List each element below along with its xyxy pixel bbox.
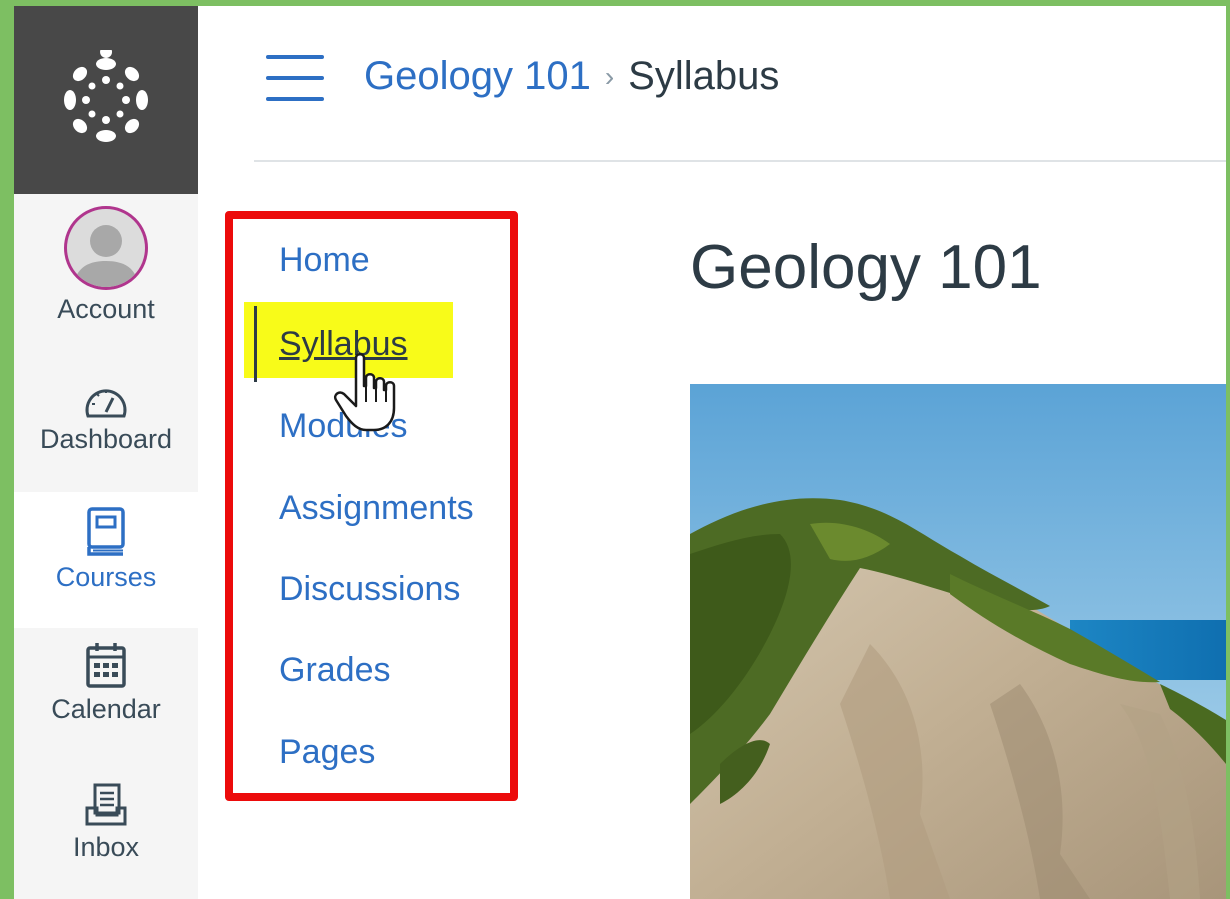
global-nav-calendar[interactable]: Calendar bbox=[14, 642, 198, 752]
cliff-photo bbox=[690, 384, 1226, 899]
breadcrumb-course-link[interactable]: Geology 101 bbox=[364, 54, 591, 99]
global-nav-account[interactable]: Account bbox=[14, 206, 198, 338]
global-nav-label: Calendar bbox=[51, 694, 161, 724]
breadcrumb: Geology 101 › Syllabus bbox=[364, 54, 779, 99]
inbox-icon bbox=[85, 783, 127, 826]
breadcrumb-separator: › bbox=[604, 60, 615, 92]
course-nav-grades[interactable]: Grades bbox=[279, 651, 391, 690]
page-title: Geology 101 bbox=[690, 233, 1042, 302]
hamburger-line bbox=[266, 97, 324, 101]
canvas-logo[interactable] bbox=[14, 6, 198, 194]
dashboard-icon bbox=[85, 389, 127, 418]
course-banner-image bbox=[690, 384, 1226, 899]
course-nav-pages[interactable]: Pages bbox=[279, 733, 375, 772]
course-menu-toggle[interactable] bbox=[266, 55, 324, 101]
course-nav-home[interactable]: Home bbox=[279, 241, 370, 280]
avatar bbox=[64, 206, 148, 290]
page-header: Geology 101 › Syllabus bbox=[254, 6, 1226, 162]
global-nav-courses[interactable]: Courses bbox=[14, 492, 198, 628]
pointer-hand-icon bbox=[334, 353, 396, 432]
app-window: Account Dashboard Courses Calendar Inbox… bbox=[14, 6, 1226, 899]
course-nav-discussions[interactable]: Discussions bbox=[279, 570, 460, 609]
global-nav-inbox[interactable]: Inbox bbox=[14, 782, 198, 892]
courses-icon bbox=[87, 507, 125, 556]
user-silhouette-icon bbox=[73, 225, 139, 287]
global-nav: Account Dashboard Courses Calendar Inbox bbox=[14, 6, 198, 899]
global-nav-label: Courses bbox=[55, 562, 157, 592]
canvas-logo-icon bbox=[64, 50, 148, 142]
global-nav-label: Dashboard bbox=[39, 424, 173, 454]
course-nav: Home Syllabus Modules Assignments Discus… bbox=[225, 211, 518, 801]
course-nav-assignments[interactable]: Assignments bbox=[279, 489, 474, 528]
global-nav-dashboard[interactable]: Dashboard bbox=[14, 384, 198, 484]
global-nav-label: Account bbox=[57, 294, 155, 324]
hamburger-line bbox=[266, 76, 324, 80]
calendar-icon bbox=[86, 643, 126, 688]
breadcrumb-current: Syllabus bbox=[628, 54, 780, 98]
hamburger-line bbox=[266, 55, 324, 59]
global-nav-label: Inbox bbox=[72, 832, 140, 862]
